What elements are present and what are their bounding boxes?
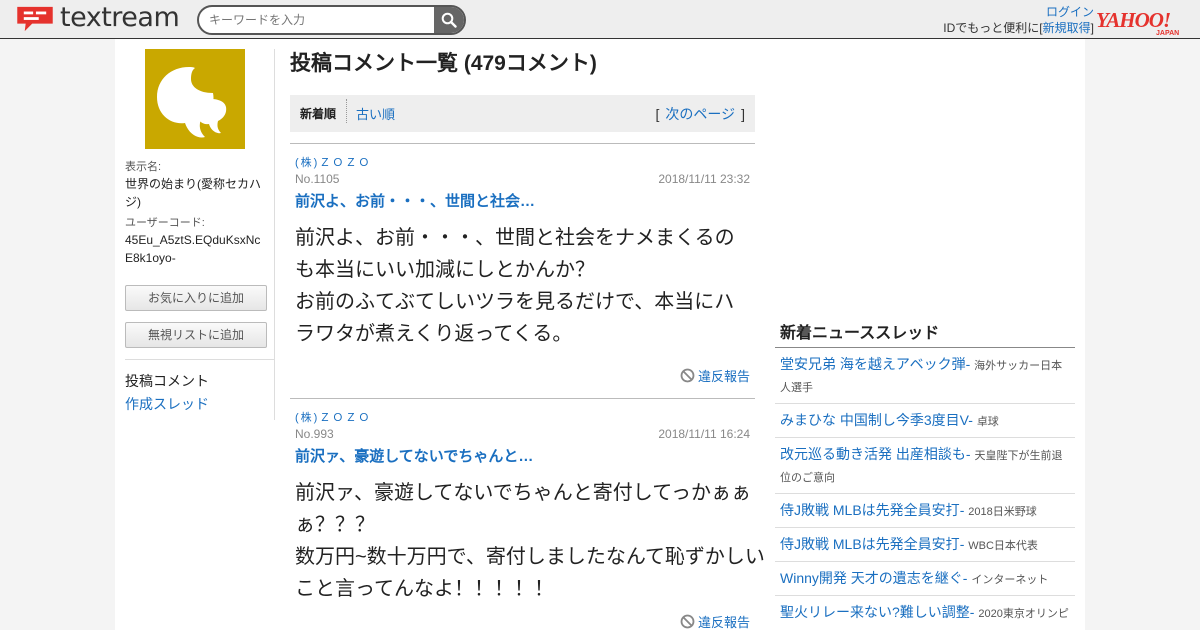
logo-bubble-icon [17,6,53,32]
content-sheet: 表示名: 世界の始まり(愛称セカハジ) ユーザーコード: 45Eu_A5ztS.… [115,39,1085,630]
search-box [197,5,466,35]
comment-line: も本当にいい加減にしとかんか？ [295,259,595,281]
news-category: WBC日本代表 [968,540,1038,552]
report-violation-link[interactable]: 違反報告 [680,366,750,385]
next-page-nav: [ 次のページ] [655,104,745,124]
top-header: textream ログイン IDでもっと便利に[新規取得] YAHOO! JAP… [0,0,1200,39]
news-item[interactable]: Winny開発 天才の遺志を継ぐ- インターネット [775,562,1075,596]
comment-line: お前のふてぶてしいツラを見るだけで、本当にハ [295,291,735,313]
report-label: 違反報告 [697,615,750,630]
news-separator: - [959,502,969,518]
bracket-close: ] [741,106,745,122]
news-item[interactable]: 侍J敗戦 MLBは先発全員安打- WBC日本代表 [775,528,1075,562]
news-title-link[interactable]: 聖火リレー来ない?難しい調整 [780,604,970,620]
search-button[interactable] [434,7,464,33]
news-item[interactable]: 改元巡る動き活発 出産相談も- 天皇陛下が生前退位のご意向 [775,438,1075,494]
comment-line: ラワタが煮えくり返ってくる。 [295,323,573,345]
news-category: インターネット [971,574,1049,586]
news-separator: - [959,536,969,552]
add-favorite-button[interactable]: お気に入りに追加 [125,285,267,311]
nav-created-threads[interactable]: 作成スレッド [125,394,209,414]
nav-posted-comments[interactable]: 投稿コメント [125,371,209,391]
comment-number: No.1105 [295,172,340,186]
news-item[interactable]: 侍J敗戦 MLBは先発全員安打- 2018日米野球 [775,494,1075,528]
comment-date: 2018/11/11 16:24 [658,427,750,441]
news-category: 2018日米野球 [968,506,1037,518]
comment-title-link[interactable]: 前沢ァ、豪遊してないでちゃんと… [295,445,533,466]
display-name: 世界の始まり(愛称セカハジ) [125,177,261,209]
news-threads-panel: 新着ニューススレッド 堂安兄弟 海を越えアベック弾- 海外サッカー日本人選手 み… [775,315,1075,630]
bracket-open: [ [655,106,660,122]
add-ignore-button[interactable]: 無視リストに追加 [125,322,267,348]
id-prompt-text: IDでもっと便利に[ [943,21,1043,35]
comment-line: 数万円~数十万円で、寄付しましたなんて恥ずかしい [295,546,765,568]
comment-body: 前沢よ、お前・・・、世間と社会をナメまくるの も本当にいい加減にしとかんか？ お… [295,222,750,350]
news-category: 卓球 [976,416,999,428]
report-violation-link[interactable]: 違反報告 [680,612,750,630]
news-title-link[interactable]: 堂安兄弟 海を越えアベック弾 [780,356,966,372]
comment-line: こと言ってんなよ！！！！！ [295,578,554,600]
news-title-link[interactable]: Winny開発 天才の遺志を継ぐ [780,570,963,586]
page-title: 投稿コメント一覧 (479コメント) [290,52,597,75]
news-item[interactable]: みまひな 中国制し今季3度目V- 卓球 [775,404,1075,438]
column-divider [274,49,275,420]
comment-line: 前沢よ、お前・・・、世間と社会をナメまくるの [295,227,735,249]
news-title-link[interactable]: 改元巡る動き活発 出産相談も [780,446,966,462]
news-title-link[interactable]: みまひな 中国制し今季3度目V [780,412,968,428]
logo-text: textream [60,2,180,33]
news-heading: 新着ニューススレッド [775,315,1075,348]
news-separator: - [965,356,975,372]
account-links: ログイン IDでもっと便利に[新規取得] [943,4,1094,36]
sort-newest-tab[interactable]: 新着順 [300,105,336,122]
search-input[interactable] [199,7,434,33]
news-item[interactable]: 堂安兄弟 海を越えアベック弾- 海外サッカー日本人選手 [775,348,1075,404]
user-code-label: ユーザーコード: [125,217,205,229]
left-divider [125,359,274,360]
profile-info: 表示名: 世界の始まり(愛称セカハジ) ユーザーコード: 45Eu_A5ztS.… [125,159,265,271]
report-label: 違反報告 [697,369,750,384]
id-prompt-end: ] [1090,21,1094,35]
user-code: 45Eu_A5ztS.EQduKsxNcE8k1oyo- [125,233,261,265]
svg-text:JAPAN: JAPAN [1156,30,1179,35]
search-icon [441,12,457,28]
comment-date: 2018/11/11 23:32 [658,172,750,186]
comment-number: No.993 [295,427,334,441]
news-item[interactable]: 聖火リレー来ない?難しい調整- 2020東京オリンピック [775,596,1075,630]
login-link[interactable]: ログイン [1046,5,1094,19]
comment-body: 前沢ァ、豪遊してないでちゃんと寄付してっかぁぁ ぁ？？？ 数万円~数十万円で、寄… [295,477,765,605]
user-avatar [145,49,245,149]
comment-line: ぁ？？？ [295,514,375,536]
sort-divider [346,99,347,123]
comment-company-link[interactable]: (株)ＺＯＺＯ [295,409,371,425]
comment-title-link[interactable]: 前沢よ、お前・・・、世間と社会… [295,190,535,211]
sort-bar: 新着順 古い順 [ 次のページ] [290,95,755,132]
signup-link[interactable]: 新規取得 [1043,21,1091,35]
yahoo-japan-logo[interactable]: YAHOO! JAPAN [1096,9,1186,35]
comment-item: (株)ＺＯＺＯ No.993 2018/11/11 16:24 前沢ァ、豪遊して… [290,398,765,630]
sort-oldest-tab[interactable]: 古い順 [356,104,395,123]
comment-line: 前沢ァ、豪遊してないでちゃんと寄付してっかぁぁ [295,482,751,504]
textream-logo[interactable]: textream [14,2,180,34]
news-title-link[interactable]: 侍J敗戦 MLBは先発全員安打 [780,536,960,552]
prohibited-icon [680,368,695,383]
next-page-link[interactable]: 次のページ [665,106,735,122]
comment-item: (株)ＺＯＺＯ No.1105 2018/11/11 23:32 前沢よ、お前・… [290,143,755,398]
prohibited-icon [680,614,695,629]
news-separator: - [968,412,977,428]
comment-company-link[interactable]: (株)ＺＯＺＯ [295,154,371,170]
display-name-label: 表示名: [125,161,162,173]
news-title-link[interactable]: 侍J敗戦 MLBは先発全員安打 [780,502,960,518]
svg-text:YAHOO!: YAHOO! [1096,9,1170,32]
